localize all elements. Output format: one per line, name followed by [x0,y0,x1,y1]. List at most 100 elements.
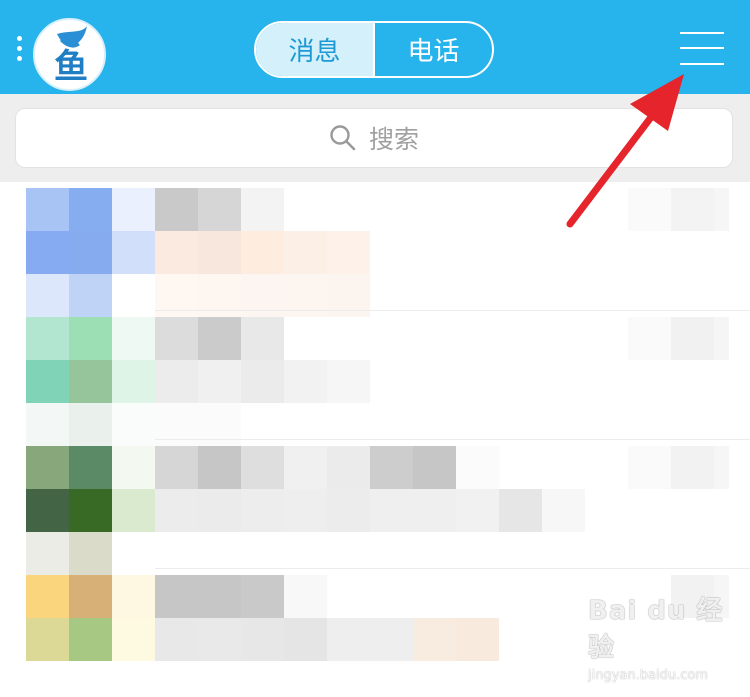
time-blur [671,188,714,231]
avatar-pixel [26,317,69,360]
name-blur [155,489,198,532]
avatar-pixel [112,231,155,274]
avatar-pixel [112,532,155,575]
name-blur [413,618,456,661]
time-blur [714,317,729,360]
name-blur [327,446,370,489]
avatar-pixel [26,231,69,274]
conversation-row[interactable] [0,186,750,317]
name-blur [155,188,198,231]
name-blur [241,489,284,532]
name-blur [284,618,327,661]
name-blur [241,231,284,274]
avatar-pixel [69,446,112,489]
avatar-pixel [69,188,112,231]
name-blur [542,489,585,532]
baidu-watermark: Bai du 经验 jingyan.baidu.com [588,590,750,683]
avatar-pixel [112,446,155,489]
name-blur [241,360,284,403]
name-blur [241,446,284,489]
top-bar: 鱼 消息 电话 [0,0,750,94]
name-blur [241,317,284,360]
avatar-pixel [112,489,155,532]
conversation-row[interactable] [0,315,750,446]
name-blur [155,575,198,618]
name-blur [284,575,327,618]
avatar-pixel [112,360,155,403]
name-blur [370,446,413,489]
search-input[interactable]: 搜索 [15,108,733,168]
name-blur [456,446,499,489]
avatar-pixel [26,360,69,403]
avatar-pixel [26,532,69,575]
name-blur [370,618,413,661]
watermark-logo: Bai du 经验 [588,596,724,663]
name-blur [456,489,499,532]
avatar-pixel [26,188,69,231]
fish-logo-icon: 鱼 [54,26,88,87]
time-blur [628,188,671,231]
tab-phone[interactable]: 电话 [373,23,492,76]
avatar-pixel [26,446,69,489]
divider [155,568,750,569]
name-blur [241,575,284,618]
name-blur [499,489,542,532]
name-blur [456,618,499,661]
time-blur [714,188,729,231]
search-placeholder: 搜索 [368,125,419,154]
avatar-pixel [26,618,69,661]
avatar-pixel [26,489,69,532]
name-blur [198,618,241,661]
avatar-pixel [112,188,155,231]
name-blur [413,446,456,489]
name-blur [155,446,198,489]
name-blur [241,618,284,661]
name-blur [155,317,198,360]
name-blur [327,618,370,661]
name-blur [198,317,241,360]
name-blur [241,188,284,231]
message-phone-segmented-control: 消息 电话 [254,21,494,78]
name-blur [155,618,198,661]
name-blur [198,231,241,274]
name-blur [284,231,327,274]
name-blur [284,360,327,403]
name-blur [284,489,327,532]
name-blur [198,360,241,403]
name-blur [327,489,370,532]
avatar-pixel [69,618,112,661]
avatar-pixel [69,317,112,360]
name-blur [327,231,370,274]
user-avatar[interactable]: 鱼 [33,18,106,91]
svg-text:鱼: 鱼 [54,47,88,87]
search-icon [330,125,356,151]
name-blur [413,489,456,532]
watermark-url: jingyan.baidu.com [588,668,708,683]
avatar-pixel [69,274,112,317]
avatar-pixel [112,274,155,317]
vertical-dots-icon[interactable] [17,36,23,62]
name-blur [155,360,198,403]
avatar-pixel [69,360,112,403]
avatar-pixel [69,403,112,446]
avatar-pixel [112,575,155,618]
avatar-pixel [26,274,69,317]
avatar-pixel [69,532,112,575]
avatar-pixel [112,403,155,446]
avatar-pixel [69,489,112,532]
avatar-pixel [112,317,155,360]
conversation-row[interactable] [0,444,750,575]
name-blur [198,489,241,532]
time-blur [671,317,714,360]
time-blur [714,446,729,489]
divider [155,439,750,440]
avatar-pixel [112,618,155,661]
name-blur [284,446,327,489]
time-blur [671,446,714,489]
hamburger-menu-icon[interactable] [680,30,724,68]
name-blur [327,360,370,403]
tab-messages[interactable]: 消息 [256,23,373,76]
avatar-pixel [69,575,112,618]
name-blur [370,489,413,532]
name-blur [198,188,241,231]
